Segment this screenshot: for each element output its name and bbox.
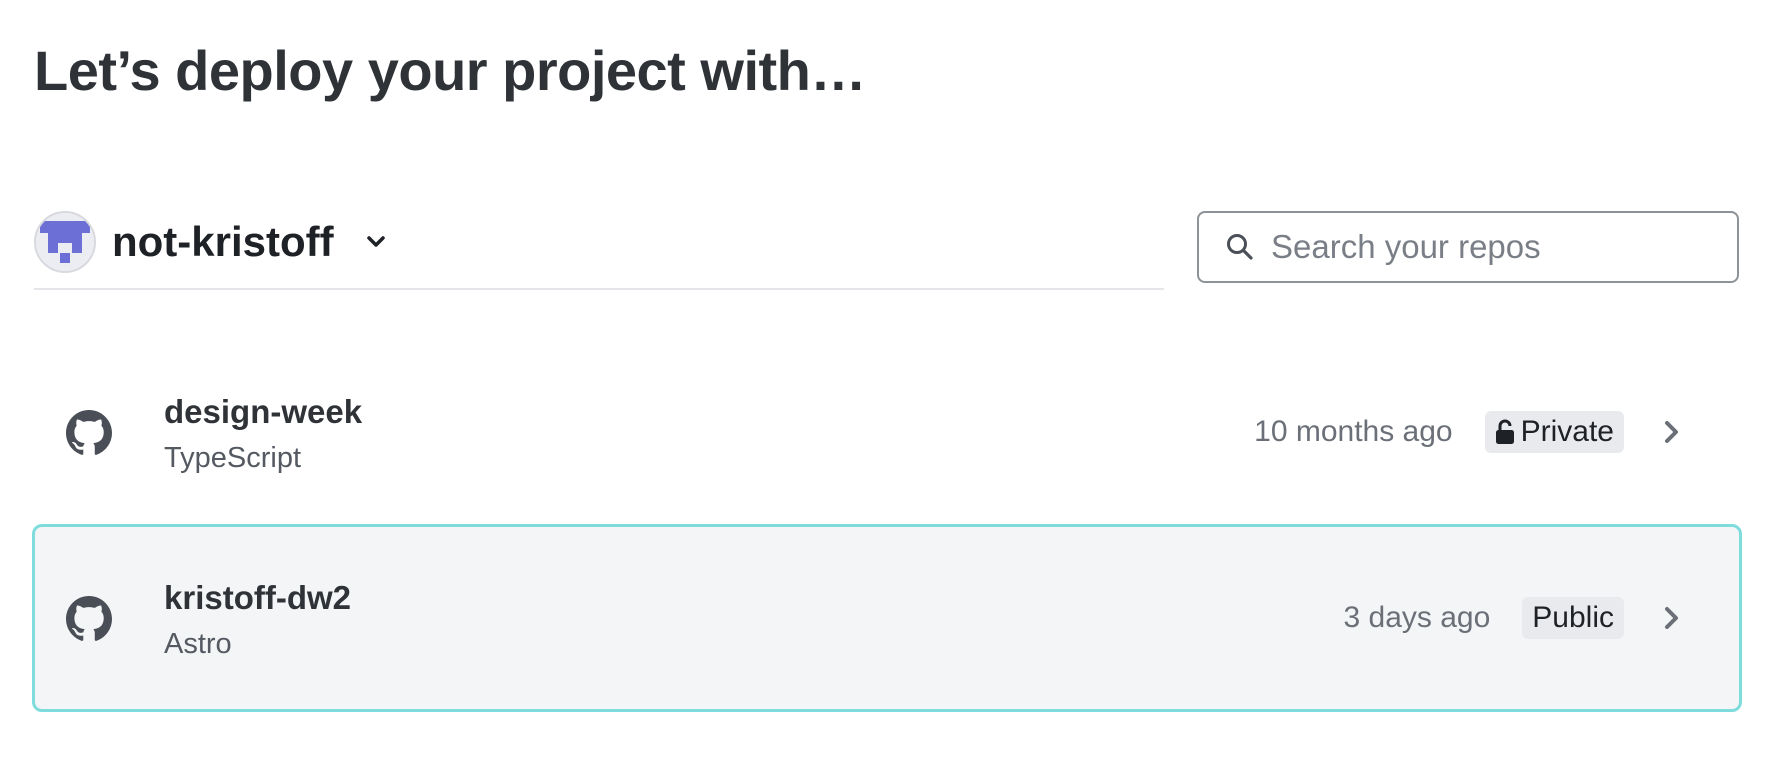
avatar-identicon: [36, 213, 94, 271]
repo-row-design-week[interactable]: design-week TypeScript 10 months ago Pri…: [32, 338, 1742, 526]
search-box[interactable]: [1197, 211, 1739, 283]
visibility-label: Public: [1532, 601, 1614, 634]
repo-name[interactable]: design-week: [164, 393, 362, 431]
search-icon: [1227, 234, 1253, 260]
repo-updated-time: 10 months ago: [1254, 415, 1453, 448]
visibility-badge: Private: [1484, 411, 1624, 453]
repo-language: Astro: [164, 628, 232, 660]
lock-icon: [1495, 419, 1514, 444]
chevron-right-icon[interactable]: [1662, 419, 1682, 445]
github-icon: [66, 596, 112, 641]
repo-row-kristoff-dw2[interactable]: kristoff-dw2 Astro 3 days ago Public: [32, 524, 1742, 712]
account-name[interactable]: not-kristoff: [112, 218, 334, 266]
repo-meta: 3 days ago Public: [1344, 527, 1683, 709]
account-avatar: [34, 211, 96, 273]
repo-updated-time: 3 days ago: [1343, 601, 1491, 634]
visibility-badge: Public: [1522, 597, 1624, 639]
chevron-down-icon[interactable]: [364, 230, 388, 254]
github-icon: [66, 410, 112, 455]
chevron-right-icon[interactable]: [1662, 605, 1682, 631]
page-title: Let’s deploy your project with…: [34, 39, 866, 102]
repo-meta: 10 months ago Private: [1254, 338, 1682, 526]
repo-language: TypeScript: [164, 442, 301, 474]
visibility-label: Private: [1520, 415, 1614, 448]
repo-name[interactable]: kristoff-dw2: [164, 579, 351, 617]
search-input[interactable]: [1269, 227, 1713, 267]
account-selector[interactable]: not-kristoff: [34, 208, 1164, 290]
